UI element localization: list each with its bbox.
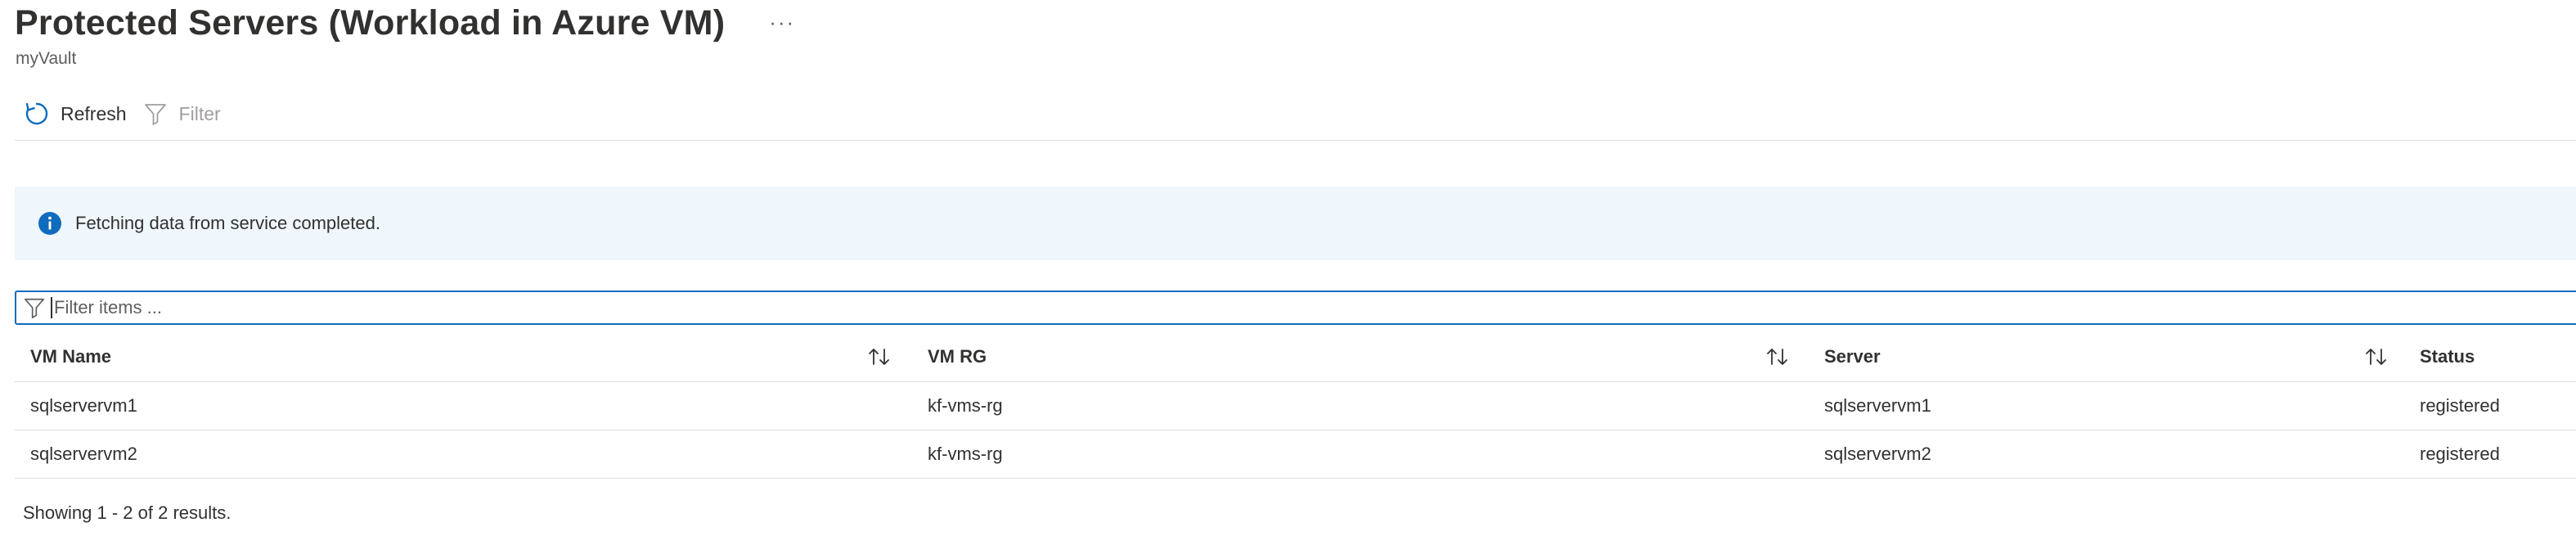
results-count: Showing 1 - 2 of 2 results.	[23, 502, 232, 523]
title-row: Protected Servers (Workload in Azure VM)…	[15, 3, 800, 43]
cell-server: sqlservervm2	[1824, 444, 1931, 464]
info-message-bar: Fetching data from service completed.	[15, 187, 2576, 260]
refresh-icon	[25, 101, 49, 126]
table-row[interactable]: sqlservervm1 kf-vms-rg sqlservervm1 regi…	[15, 382, 2576, 430]
cell-status: registered	[2420, 444, 2500, 464]
page: Protected Servers (Workload in Azure VM)…	[0, 0, 2576, 545]
column-header-server[interactable]: Server	[1824, 332, 1881, 381]
table-row[interactable]: sqlservervm2 kf-vms-rg sqlservervm2 regi…	[15, 430, 2576, 479]
cell-status: registered	[2420, 395, 2500, 416]
page-title: Protected Servers (Workload in Azure VM)	[15, 3, 726, 43]
cell-server: sqlservervm1	[1824, 395, 1931, 416]
column-header-status[interactable]: Status	[2420, 332, 2475, 381]
sort-server-icon[interactable]	[2364, 332, 2389, 381]
info-icon	[38, 211, 62, 236]
filter-items-input[interactable]	[51, 297, 2576, 318]
cell-vm-name: sqlservervm1	[30, 395, 137, 416]
filter-icon	[143, 101, 168, 126]
refresh-button[interactable]: Refresh	[15, 93, 135, 134]
command-bar: Refresh Filter	[15, 93, 229, 134]
filter-label: Filter	[178, 102, 221, 124]
filter-items-icon	[23, 296, 46, 319]
sort-vm-rg-icon[interactable]	[1765, 332, 1790, 381]
filter-items-box	[15, 291, 2576, 325]
protected-servers-grid: VM Name VM RG Server Status sqlservervm1…	[15, 332, 2576, 479]
cell-vm-name: sqlservervm2	[30, 444, 137, 464]
vault-name-subtitle: myVault	[16, 49, 77, 68]
toolbar-divider	[15, 140, 2576, 141]
refresh-label: Refresh	[61, 102, 127, 124]
column-header-vm-rg[interactable]: VM RG	[928, 332, 987, 381]
column-header-vm-name[interactable]: VM Name	[30, 332, 111, 381]
cell-vm-rg: kf-vms-rg	[928, 444, 1003, 464]
info-message-text: Fetching data from service completed.	[75, 213, 380, 233]
cell-vm-rg: kf-vms-rg	[928, 395, 1003, 416]
sort-vm-name-icon[interactable]	[867, 332, 892, 381]
more-options-button[interactable]: ···	[764, 8, 800, 36]
filter-button[interactable]: Filter	[135, 93, 229, 134]
grid-header: VM Name VM RG Server Status	[15, 332, 2576, 382]
